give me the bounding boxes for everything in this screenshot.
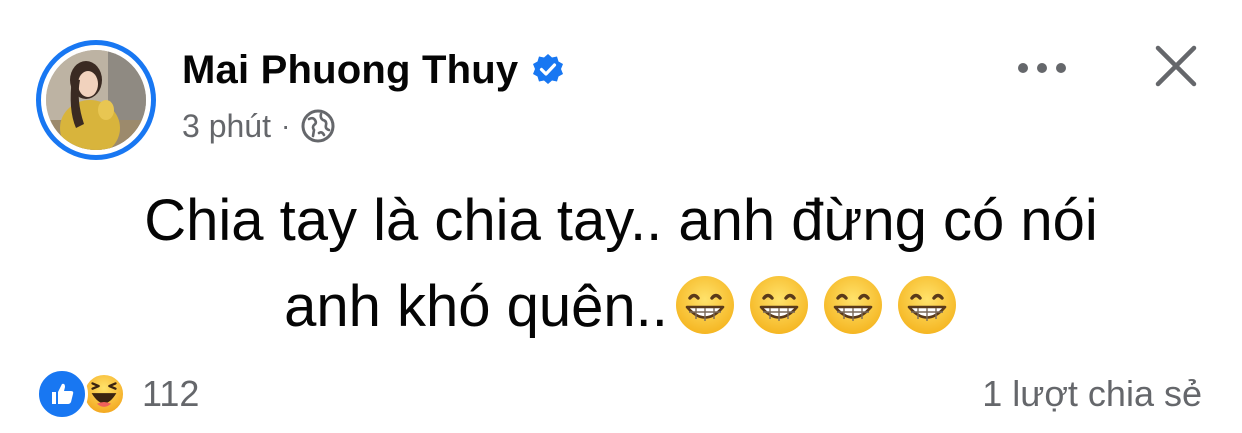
- globe-icon[interactable]: [300, 108, 336, 144]
- facebook-post: Mai Phuong Thuy 3 phút · Chia tay là chi…: [0, 0, 1242, 433]
- reaction-count[interactable]: 112: [142, 372, 199, 416]
- close-button[interactable]: [1148, 38, 1204, 94]
- post-message-line-1: Chia tay là chia tay.. anh đừng có nói: [144, 188, 1098, 253]
- author-name[interactable]: Mai Phuong Thuy: [182, 46, 518, 94]
- more-options-button[interactable]: [1010, 48, 1074, 88]
- author-row: Mai Phuong Thuy: [182, 46, 566, 94]
- reactions-summary[interactable]: 112: [36, 368, 199, 420]
- post-meta: 3 phút ·: [182, 106, 336, 146]
- close-icon: [1155, 45, 1197, 87]
- thumbs-up-icon: [52, 383, 74, 404]
- grinning-face-emoji-icon: [675, 276, 734, 334]
- grinning-face-emoji-icon: [823, 276, 882, 334]
- post-message-line-2: anh khó quên..: [284, 274, 668, 339]
- avatar-story-ring[interactable]: [36, 40, 156, 160]
- avatar-photo-icon: [46, 50, 146, 150]
- avatar[interactable]: [46, 50, 146, 150]
- verified-badge-icon: [533, 54, 564, 84]
- meta-separator: ·: [280, 110, 291, 141]
- post-message-line-2-wrap: anh khó quên..: [20, 264, 1222, 350]
- share-count[interactable]: 1 lượt chia sẻ: [982, 372, 1202, 416]
- post-timestamp[interactable]: 3 phút: [182, 106, 271, 146]
- grinning-face-emoji-icon: [897, 276, 956, 334]
- emoji-row: [674, 274, 958, 336]
- grinning-face-emoji-icon: [749, 276, 808, 334]
- like-reaction-icon: [36, 368, 88, 420]
- more-horizontal-icon: [1018, 63, 1066, 73]
- post-message: Chia tay là chia tay.. anh đừng có nói a…: [20, 178, 1222, 350]
